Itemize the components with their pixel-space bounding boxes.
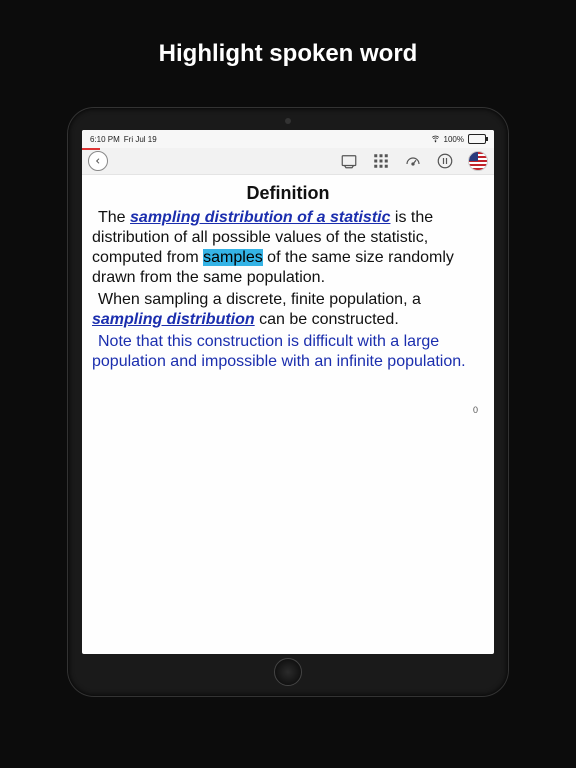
- tablet-mockup: 6:10 PM Fri Jul 19 100%: [0, 108, 576, 696]
- wifi-icon: [431, 134, 440, 145]
- tablet-frame: 6:10 PM Fri Jul 19 100%: [68, 108, 508, 696]
- page-title: Definition: [92, 183, 484, 204]
- flag-icon[interactable]: [468, 151, 488, 171]
- battery-icon: [468, 134, 486, 144]
- term-sampling-distribution-of-a-statistic: sampling distribution of a statistic: [130, 209, 390, 226]
- display-icon[interactable]: [340, 152, 358, 170]
- paragraph-2: When sampling a discrete, finite populat…: [92, 290, 484, 330]
- note-paragraph: Note that this construction is difficult…: [92, 332, 484, 373]
- paragraph-1: The sampling distribution of a statistic…: [92, 208, 484, 288]
- text: When sampling a discrete, finite populat…: [98, 291, 421, 308]
- grid-icon[interactable]: [372, 152, 390, 170]
- document-content: Definition The sampling distribution of …: [82, 175, 494, 654]
- text: The: [98, 209, 130, 226]
- progress-indicator: [82, 148, 100, 150]
- speed-icon[interactable]: [404, 152, 422, 170]
- status-bar: 6:10 PM Fri Jul 19 100%: [82, 130, 494, 148]
- term-sampling-distribution: sampling distribution: [92, 311, 255, 328]
- back-button[interactable]: [88, 151, 108, 171]
- toolbar: [82, 148, 494, 175]
- text: can be constructed.: [255, 311, 399, 328]
- status-date: Fri Jul 19: [124, 135, 157, 144]
- battery-percent: 100%: [444, 135, 464, 144]
- promo-caption: Highlight spoken word: [0, 0, 576, 68]
- status-right: 100%: [431, 134, 486, 145]
- status-time: 6:10 PM: [90, 135, 120, 144]
- screen: 6:10 PM Fri Jul 19 100%: [82, 130, 494, 654]
- camera-dot: [285, 118, 291, 124]
- pause-icon[interactable]: [436, 152, 454, 170]
- home-button[interactable]: [274, 658, 302, 686]
- status-left: 6:10 PM Fri Jul 19: [90, 135, 157, 144]
- highlighted-word: samples: [203, 249, 263, 266]
- slide-index: 0: [473, 405, 478, 415]
- toolbar-icons: [340, 151, 488, 171]
